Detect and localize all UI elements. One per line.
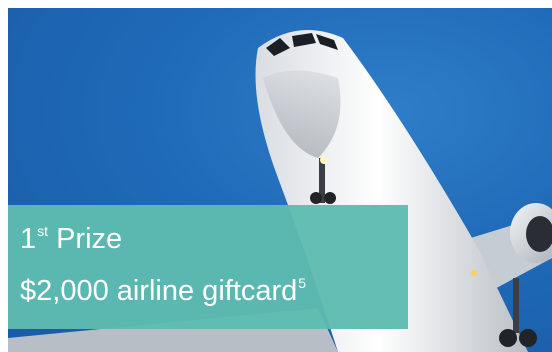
prize-title: 1st Prize <box>20 221 122 261</box>
nose-wheel <box>310 192 322 204</box>
prize-text: $2,000 airline giftcard <box>20 275 298 307</box>
place-suffix: st <box>37 223 49 239</box>
main-wheel <box>499 329 517 347</box>
main-gear-strut <box>513 278 519 333</box>
nose-wheel <box>324 192 336 204</box>
prize-amount: $2,000 airline giftcard5 <box>20 273 306 313</box>
place-number: 1 <box>20 223 37 255</box>
prize-overlay: 1st Prize $2,000 airline giftcard5 <box>8 205 408 329</box>
footnote-ref[interactable]: 5 <box>298 275 306 291</box>
wing-light <box>471 270 477 276</box>
landing-light <box>320 156 328 164</box>
promo-banner: 1st Prize $2,000 airline giftcard5 <box>8 8 552 352</box>
place-word: Prize <box>56 223 123 255</box>
main-wheel <box>519 329 537 347</box>
